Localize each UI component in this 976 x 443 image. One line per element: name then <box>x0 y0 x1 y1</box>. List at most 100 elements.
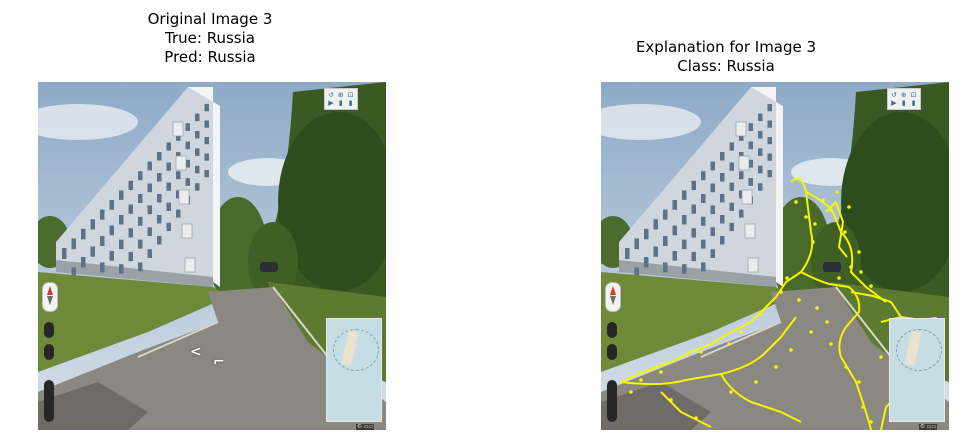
window <box>691 180 696 191</box>
explanation-point <box>785 276 789 280</box>
window <box>767 170 772 178</box>
window <box>748 141 753 150</box>
window <box>663 236 668 246</box>
window <box>119 264 124 274</box>
window <box>157 194 162 203</box>
window <box>720 215 725 224</box>
explanation-point <box>813 222 817 226</box>
explanation-point <box>789 348 793 352</box>
true-label: True: Russia <box>165 29 255 47</box>
window <box>767 104 772 112</box>
window <box>204 170 209 178</box>
window <box>147 249 152 258</box>
title-line-1: Original Image 3 <box>147 10 273 28</box>
window <box>691 228 696 238</box>
explanation-point <box>629 390 633 394</box>
window <box>663 262 668 273</box>
window <box>758 183 763 191</box>
explanation-point <box>879 355 883 359</box>
explanation-point <box>804 215 808 219</box>
compass-icon <box>42 282 58 312</box>
explanation-point <box>809 330 813 334</box>
explanation-title-line-1: Explanation for Image 3 <box>635 38 817 56</box>
window <box>672 200 677 210</box>
window <box>739 171 744 180</box>
compass-icon <box>605 282 621 312</box>
explanation-point <box>837 276 841 280</box>
window <box>100 236 105 246</box>
window <box>195 183 200 191</box>
explanation-point <box>794 200 798 204</box>
window <box>710 205 715 215</box>
balcony <box>172 121 184 137</box>
window <box>758 165 763 174</box>
explanation-point <box>835 190 839 194</box>
explanation-point <box>759 312 763 316</box>
window <box>147 227 152 237</box>
window <box>138 216 143 226</box>
original-image-panel: Original Image 3 True: Russia Pred: Russ… <box>0 0 420 443</box>
window <box>729 142 734 151</box>
explanation-point <box>729 390 733 394</box>
copyright-text-icon: ©︎ ▭▭ <box>919 424 938 430</box>
window <box>100 262 105 273</box>
explanation-point <box>821 198 825 202</box>
window <box>701 216 706 226</box>
window <box>90 219 95 230</box>
explanation-point <box>699 350 703 354</box>
explanation-point <box>843 230 847 234</box>
window <box>204 104 209 112</box>
window <box>701 239 706 249</box>
window <box>147 161 152 171</box>
balcony <box>738 155 750 171</box>
balcony <box>175 155 187 171</box>
street-view-image: ↺ ▶ ⊕ ▮ ⊡ ▮ ©︎ ▭▭ < ⌐ <box>38 82 386 430</box>
explanation-point <box>669 398 673 402</box>
window <box>682 264 687 274</box>
window <box>672 225 677 236</box>
window <box>625 248 630 259</box>
window <box>185 141 190 150</box>
window <box>653 246 658 257</box>
window <box>701 171 706 181</box>
copyright-text-icon: ©︎ ▭▭ <box>356 424 375 430</box>
car <box>823 262 841 272</box>
explanation-title: Explanation for Image 3 Class: Russia <box>556 38 896 76</box>
window <box>119 239 124 250</box>
window <box>729 222 734 232</box>
window <box>758 148 763 156</box>
explanation-panel: Explanation for Image 3 Class: Russia ↺ ▶… <box>556 0 976 443</box>
window <box>767 153 772 161</box>
window <box>204 120 209 128</box>
balcony <box>178 189 190 205</box>
window <box>128 204 133 214</box>
window <box>710 161 715 171</box>
window <box>109 251 114 261</box>
balcony <box>744 223 756 239</box>
window <box>185 178 190 186</box>
window <box>195 165 200 174</box>
window <box>119 215 124 225</box>
window <box>147 205 152 215</box>
pan-control <box>607 344 617 360</box>
window <box>185 123 190 131</box>
explanation-point <box>774 365 778 369</box>
minimap <box>326 318 382 422</box>
window <box>710 227 715 237</box>
explanation-point <box>857 250 861 254</box>
window <box>767 120 772 128</box>
window <box>128 251 133 262</box>
street-view-topbar: ↺ ▶ ⊕ ▮ ⊡ ▮ <box>324 88 358 110</box>
explanation-point <box>797 298 801 302</box>
window <box>758 131 763 139</box>
window <box>644 228 649 240</box>
window <box>176 209 181 218</box>
balcony <box>184 257 196 273</box>
window <box>739 209 744 218</box>
nav-arrow-down-icon: ⌐ <box>213 354 225 370</box>
window <box>109 225 114 236</box>
window <box>157 152 162 161</box>
window <box>701 262 706 272</box>
window <box>653 219 658 230</box>
window <box>682 215 687 225</box>
